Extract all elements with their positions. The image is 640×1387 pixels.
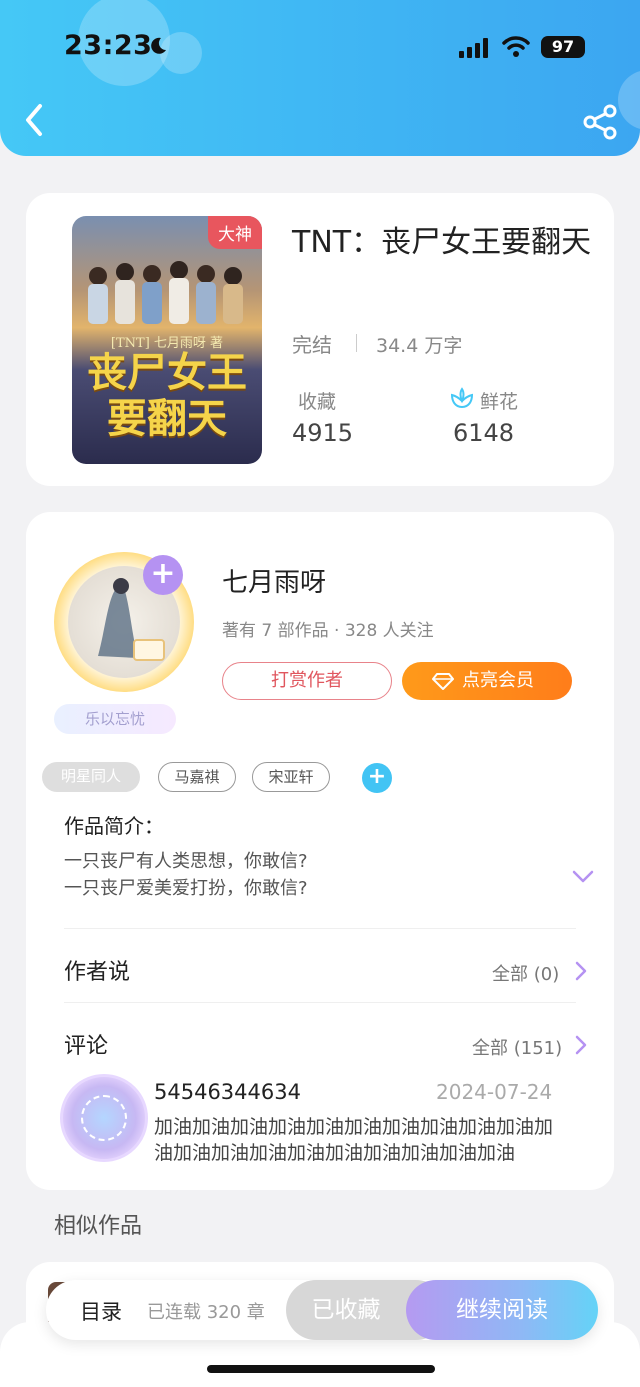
tag-chip[interactable]: 马嘉祺 [158, 762, 236, 792]
comment-username[interactable]: 54546344634 [154, 1080, 301, 1104]
author-says-link[interactable]: 全部 (0) [492, 960, 559, 986]
chevron-right-icon[interactable] [574, 1035, 588, 1055]
intro-title: 作品简介： [64, 814, 164, 838]
book-title: TNT：丧尸女王要翻天 [292, 225, 592, 260]
cover-title: 丧尸女王 要翻天 [72, 350, 262, 442]
book-cover[interactable]: 大神 [TNT] 七月雨呀 著 丧尸女王 要翻天 [72, 216, 262, 464]
tag-chip[interactable]: 明星同人 [42, 762, 140, 792]
diamond-icon [432, 673, 454, 690]
book-status: 完结 [292, 333, 332, 357]
cover-badge: 大神 [208, 216, 262, 249]
book-info-card: 大神 [TNT] 七月雨呀 著 丧尸女王 要翻天 TNT：丧尸女王要翻天 完结 … [26, 193, 614, 486]
intro-text: 一只丧尸有人类思想，你敢信? 一只丧尸爱美爱打扮，你敢信? [64, 848, 308, 902]
flowers-label: 鲜花 [480, 391, 519, 413]
toc-button[interactable]: 目录 [80, 1296, 122, 1326]
back-button[interactable] [20, 100, 50, 140]
signal-icon [459, 38, 488, 58]
author-meta: 著有 7 部作品 · 328 人关注 [222, 621, 434, 641]
author-badge: 乐以忘忧 [54, 704, 176, 734]
vip-button-label: 点亮会员 [462, 670, 534, 691]
comment-date: 2024-07-24 [436, 1080, 553, 1104]
author-name[interactable]: 七月雨呀 [222, 562, 326, 599]
comment-text: 加油加油加油加油加油加油加油加油加油加油加油加油加油加油加油加油加油加油加油加油 [154, 1116, 554, 1164]
cover-illustration [88, 261, 243, 324]
favorites-value: 4915 [292, 419, 354, 447]
decor-bubble [618, 70, 640, 130]
divider [64, 928, 576, 929]
continue-reading-button[interactable]: 继续阅读 [406, 1280, 598, 1340]
favorites-label: 收藏 [298, 391, 337, 413]
header-bar: 23:23 97 [0, 0, 640, 156]
tag-chip[interactable]: 宋亚轩 [252, 762, 330, 792]
word-count: 34.4 万字 [376, 335, 463, 357]
chevron-right-icon[interactable] [574, 961, 588, 981]
flowers-value: 6148 [453, 419, 515, 447]
moon-icon [151, 37, 166, 54]
collected-label: 已收藏 [311, 1297, 381, 1323]
vip-button[interactable]: 点亮会员 [402, 662, 572, 700]
comments-title: 评论 [64, 1034, 109, 1059]
share-button[interactable] [582, 104, 618, 140]
serial-status: 已连载 320 章 [147, 1302, 265, 1323]
battery-indicator: 97 [541, 36, 585, 58]
comments-link[interactable]: 全部 (151) [472, 1034, 562, 1060]
comment-avatar[interactable] [60, 1074, 148, 1162]
chevron-down-icon[interactable] [572, 870, 594, 884]
intro-line: 一只丧尸爱美爱打扮，你敢信? [64, 878, 308, 899]
book-detail-card: + 乐以忘忧 七月雨呀 著有 7 部作品 · 328 人关注 打赏作者 点亮会员… [26, 512, 614, 1190]
bottom-action-bar: 目录 已连载 320 章 已收藏 继续阅读 [46, 1280, 598, 1340]
divider [64, 1002, 576, 1003]
cover-title-line: 丧尸女王 [87, 349, 247, 396]
author-says-title: 作者说 [64, 960, 131, 985]
flower-icon [450, 387, 474, 409]
similar-works-title: 相似作品 [54, 1214, 143, 1239]
tip-author-button[interactable]: 打赏作者 [222, 662, 392, 700]
intro-line: 一只丧尸有人类思想，你敢信? [64, 851, 308, 872]
status-time: 23:23 [64, 30, 153, 61]
follow-plus-button[interactable]: + [143, 555, 183, 595]
avatar-frame [81, 1095, 127, 1141]
cover-title-line: 要翻天 [107, 395, 227, 442]
home-indicator[interactable] [207, 1365, 435, 1373]
add-tag-button[interactable]: + [362, 763, 392, 793]
wifi-icon [502, 36, 530, 57]
divider [356, 334, 357, 352]
